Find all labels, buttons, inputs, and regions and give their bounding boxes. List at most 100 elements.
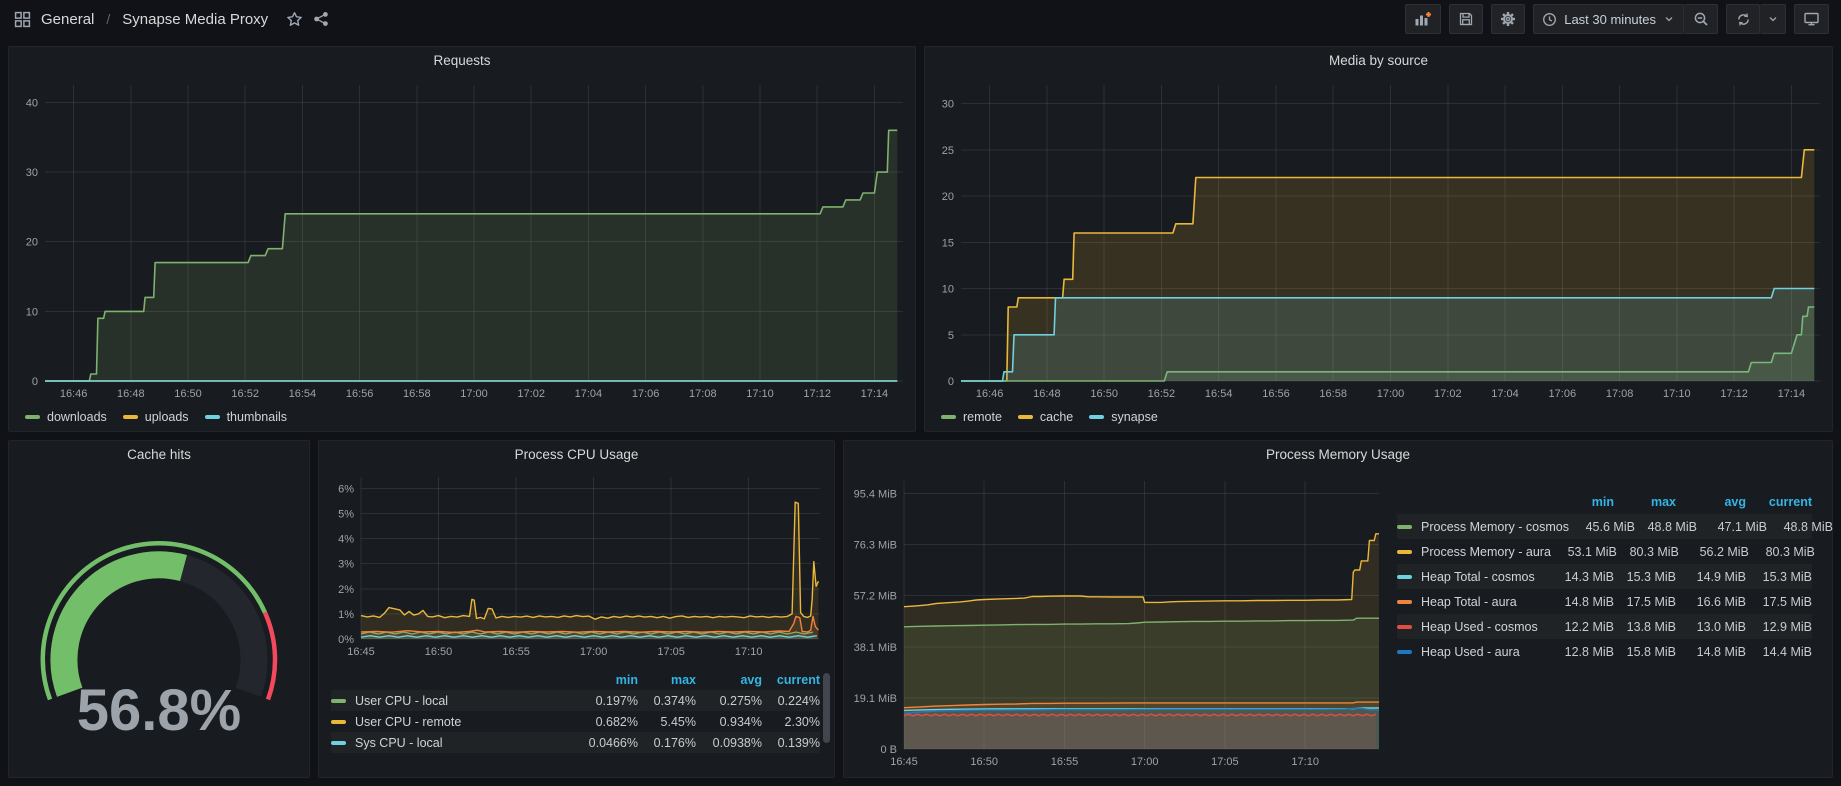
legend-max: 5.45% bbox=[638, 715, 696, 729]
cache-hits-gauge[interactable]: 56.8% bbox=[9, 467, 309, 773]
panel-requests: Requests 16:4616:4816:5016:5216:5416:561… bbox=[8, 46, 916, 432]
breadcrumb: General / Synapse Media Proxy bbox=[14, 11, 329, 28]
legend-current: 48.8 MiB bbox=[1767, 520, 1833, 534]
save-dashboard-button[interactable] bbox=[1449, 4, 1483, 34]
legend-max: 17.5 MiB bbox=[1614, 595, 1676, 609]
legend-item[interactable]: uploads bbox=[123, 410, 189, 424]
legend-item-label: synapse bbox=[1111, 410, 1158, 424]
legend-avg: 0.934% bbox=[696, 715, 762, 729]
svg-text:95.4 MiB: 95.4 MiB bbox=[854, 488, 897, 500]
svg-text:0%: 0% bbox=[338, 634, 354, 646]
svg-text:16:52: 16:52 bbox=[231, 388, 259, 400]
panel-media-by-source: Media by source 16:4616:4816:5016:5216:5… bbox=[924, 46, 1833, 432]
dashboard-title[interactable]: Synapse Media Proxy bbox=[122, 11, 268, 28]
legend-current: 15.3 MiB bbox=[1746, 570, 1812, 584]
svg-text:17:08: 17:08 bbox=[689, 388, 717, 400]
svg-text:17:10: 17:10 bbox=[1291, 756, 1319, 768]
legend-item-label: downloads bbox=[47, 410, 107, 424]
refresh-button[interactable] bbox=[1726, 4, 1760, 34]
svg-text:25: 25 bbox=[942, 145, 954, 157]
svg-text:16:48: 16:48 bbox=[117, 388, 145, 400]
legend-header-row: minmaxavgcurrent bbox=[1397, 489, 1812, 514]
svg-text:17:02: 17:02 bbox=[517, 388, 545, 400]
legend-header[interactable]: avg bbox=[1676, 495, 1746, 509]
legend-table-row: Heap Used - aura 12.8 MiB 15.8 MiB 14.8 … bbox=[1397, 639, 1812, 664]
svg-text:16:45: 16:45 bbox=[347, 646, 375, 658]
legend-series-name[interactable]: Process Memory - aura bbox=[1397, 545, 1551, 559]
svg-text:17:04: 17:04 bbox=[1491, 388, 1519, 400]
clock-icon bbox=[1542, 12, 1557, 27]
legend-item[interactable]: cache bbox=[1018, 410, 1073, 424]
legend-min: 12.8 MiB bbox=[1548, 645, 1614, 659]
panel-title[interactable]: Process Memory Usage bbox=[844, 441, 1832, 467]
svg-text:30: 30 bbox=[942, 99, 954, 111]
apps-grid-icon[interactable] bbox=[14, 11, 31, 28]
media-by-source-chart[interactable]: 16:4616:4816:5016:5216:5416:5616:5817:00… bbox=[925, 73, 1832, 405]
legend-header[interactable]: max bbox=[1614, 495, 1676, 509]
svg-text:1%: 1% bbox=[338, 609, 354, 621]
grafana-dashboard: General / Synapse Media Proxy bbox=[0, 0, 1841, 786]
legend-item[interactable]: downloads bbox=[25, 410, 107, 424]
share-icon[interactable] bbox=[313, 11, 329, 27]
legend-table-row: Heap Total - aura 14.8 MiB 17.5 MiB 16.6… bbox=[1397, 589, 1812, 614]
svg-text:16:50: 16:50 bbox=[174, 388, 202, 400]
dashboard-settings-button[interactable] bbox=[1491, 4, 1525, 34]
legend-header[interactable]: current bbox=[1746, 495, 1812, 509]
panel-title[interactable]: Process CPU Usage bbox=[319, 441, 834, 467]
svg-text:17:14: 17:14 bbox=[861, 388, 889, 400]
legend-item[interactable]: synapse bbox=[1089, 410, 1158, 424]
legend-current: 2.30% bbox=[762, 715, 820, 729]
legend-scrollbar[interactable] bbox=[823, 673, 830, 743]
panel-title[interactable]: Media by source bbox=[925, 47, 1832, 73]
legend-header[interactable]: min bbox=[576, 673, 638, 687]
legend-series-name[interactable]: User CPU - remote bbox=[331, 715, 576, 729]
cycle-view-mode-button[interactable] bbox=[1794, 4, 1829, 34]
requests-chart[interactable]: 16:4616:4816:5016:5216:5416:5616:5817:00… bbox=[9, 73, 915, 405]
svg-text:17:00: 17:00 bbox=[1131, 756, 1159, 768]
star-icon[interactable] bbox=[286, 11, 303, 28]
svg-text:38.1 MiB: 38.1 MiB bbox=[854, 642, 897, 654]
legend-max: 15.8 MiB bbox=[1614, 645, 1676, 659]
process-cpu-chart[interactable]: 16:4516:5016:5517:0017:0517:100%1%2%3%4%… bbox=[319, 467, 834, 665]
legend-header[interactable]: avg bbox=[696, 673, 762, 687]
svg-text:16:56: 16:56 bbox=[346, 388, 374, 400]
process-memory-chart[interactable]: 16:4516:5016:5517:0017:0517:100 B19.1 Mi… bbox=[844, 467, 1389, 777]
chevron-down-icon bbox=[1767, 13, 1779, 25]
svg-text:17:00: 17:00 bbox=[580, 646, 608, 658]
zoom-out-button[interactable] bbox=[1684, 4, 1718, 34]
svg-text:17:06: 17:06 bbox=[632, 388, 660, 400]
panel-title[interactable]: Requests bbox=[9, 47, 915, 73]
svg-text:15: 15 bbox=[942, 237, 954, 249]
svg-text:17:10: 17:10 bbox=[746, 388, 774, 400]
svg-text:10: 10 bbox=[26, 306, 38, 318]
time-range-picker[interactable]: Last 30 minutes bbox=[1533, 4, 1684, 34]
breadcrumb-section[interactable]: General bbox=[41, 11, 94, 28]
svg-text:56.8%: 56.8% bbox=[77, 678, 241, 743]
svg-text:2%: 2% bbox=[338, 584, 354, 596]
legend-header[interactable]: min bbox=[1548, 495, 1614, 509]
legend-max: 0.176% bbox=[638, 736, 696, 750]
legend-series-name[interactable]: Sys CPU - local bbox=[331, 736, 576, 750]
legend-min: 53.1 MiB bbox=[1551, 545, 1617, 559]
legend-series-name[interactable]: Heap Total - aura bbox=[1397, 595, 1548, 609]
legend-header[interactable]: max bbox=[638, 673, 696, 687]
navbar: General / Synapse Media Proxy bbox=[0, 0, 1841, 38]
panel-title[interactable]: Cache hits bbox=[9, 441, 309, 467]
legend-item[interactable]: thumbnails bbox=[205, 410, 287, 424]
refresh-interval-button[interactable] bbox=[1760, 4, 1786, 34]
svg-text:17:05: 17:05 bbox=[657, 646, 685, 658]
legend-series-name[interactable]: User CPU - local bbox=[331, 694, 576, 708]
time-range-label: Last 30 minutes bbox=[1564, 12, 1656, 27]
add-panel-button[interactable] bbox=[1405, 4, 1441, 34]
legend-table-row: Heap Used - cosmos 12.2 MiB 13.8 MiB 13.… bbox=[1397, 614, 1812, 639]
svg-text:16:50: 16:50 bbox=[425, 646, 453, 658]
legend-series-name[interactable]: Heap Total - cosmos bbox=[1397, 570, 1548, 584]
legend-series-name[interactable]: Heap Used - cosmos bbox=[1397, 620, 1548, 634]
legend-header[interactable]: current bbox=[762, 673, 820, 687]
legend-current: 12.9 MiB bbox=[1746, 620, 1812, 634]
svg-text:17:02: 17:02 bbox=[1434, 388, 1462, 400]
monitor-icon bbox=[1803, 11, 1820, 27]
legend-series-name[interactable]: Process Memory - cosmos bbox=[1397, 520, 1569, 534]
legend-series-name[interactable]: Heap Used - aura bbox=[1397, 645, 1548, 659]
legend-item[interactable]: remote bbox=[941, 410, 1002, 424]
